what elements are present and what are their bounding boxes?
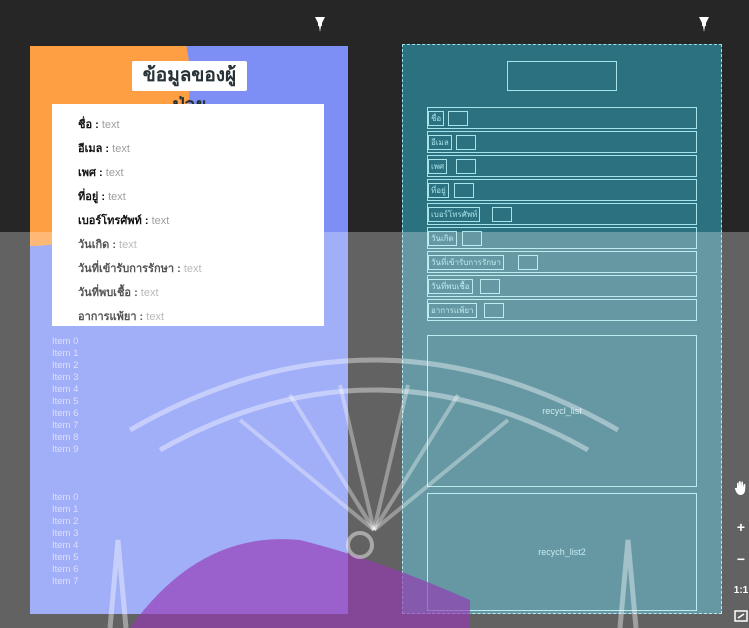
blueprint-row[interactable]: เบอร์โทรศัพท์ — [427, 203, 697, 225]
blueprint-row[interactable]: เพศ — [427, 155, 697, 177]
fit-screen-icon[interactable] — [733, 610, 749, 622]
watermark-band — [0, 232, 749, 628]
field-phone: เบอร์โทรศัพท์ : text — [78, 215, 170, 227]
blueprint-label[interactable]: ชื่อ — [428, 111, 445, 126]
blueprint-label[interactable]: เพศ — [428, 159, 448, 174]
field-email: อีเมล : text — [78, 143, 130, 155]
blueprint-value[interactable] — [454, 183, 474, 198]
blueprint-row[interactable]: ชื่อ — [427, 107, 697, 129]
blueprint-value[interactable] — [448, 111, 468, 126]
blueprint-row[interactable]: ที่อยู่ — [427, 179, 697, 201]
blueprint-label[interactable]: อีเมล — [428, 135, 452, 150]
zoom-out-button[interactable]: − — [733, 550, 749, 568]
page-title: ข้อมูลของผู้ป่วย — [132, 61, 247, 116]
blueprint-value[interactable] — [456, 135, 476, 150]
hand-icon[interactable] — [733, 480, 749, 496]
blueprint-row[interactable]: อีเมล — [427, 131, 697, 153]
field-address: ที่อยู่ : text — [78, 191, 126, 203]
blueprint-value[interactable] — [492, 207, 512, 222]
blueprint-label[interactable]: เบอร์โทรศัพท์ — [428, 207, 481, 222]
blueprint-label[interactable]: ที่อยู่ — [428, 183, 449, 198]
blueprint-value[interactable] — [456, 159, 476, 174]
zoom-in-button[interactable]: + — [733, 518, 749, 536]
field-gender: เพศ : text — [78, 167, 124, 179]
actual-size-button[interactable]: 1:1 — [733, 582, 749, 600]
field-name: ชื่อ : text — [78, 119, 120, 131]
pin-icon[interactable] — [313, 16, 327, 32]
blueprint-title-box[interactable] — [507, 61, 617, 91]
pin-icon[interactable] — [697, 16, 711, 32]
